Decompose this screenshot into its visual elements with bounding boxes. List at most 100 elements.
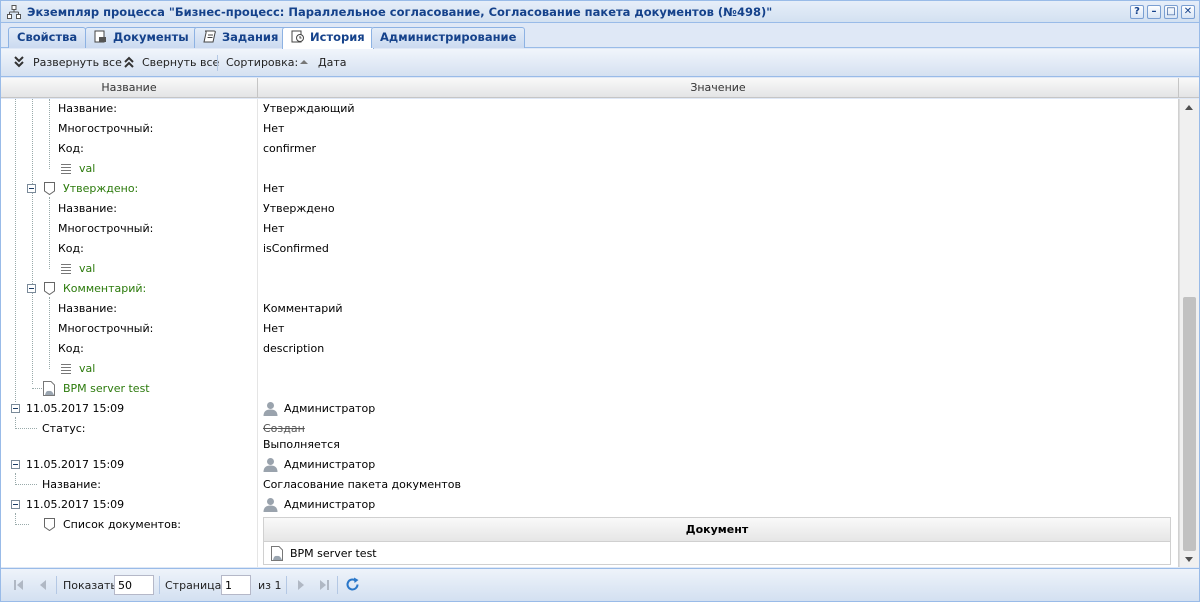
tree-row[interactable]: Код: confirmer bbox=[1, 139, 1178, 159]
collapse-toggle-icon[interactable] bbox=[11, 404, 20, 413]
old-status-value: Создан bbox=[263, 422, 305, 435]
close-button[interactable]: ✕ bbox=[1181, 5, 1195, 19]
tab-history[interactable]: История bbox=[282, 27, 374, 49]
column-header-value[interactable]: Значение bbox=[258, 78, 1179, 98]
tab-label: Документы bbox=[113, 30, 189, 44]
sort-asc-icon bbox=[300, 60, 308, 64]
tree-row[interactable]: BPM server test bbox=[1, 379, 1178, 399]
refresh-icon[interactable] bbox=[345, 577, 360, 592]
new-status-value: Выполняется bbox=[263, 438, 340, 451]
history-icon bbox=[291, 30, 304, 43]
pager-separator bbox=[286, 576, 287, 594]
tree-row[interactable]: Код: isConfirmed bbox=[1, 239, 1178, 259]
tree-row[interactable]: Многострочный: Нет bbox=[1, 119, 1178, 139]
pager-separator bbox=[56, 576, 57, 594]
tree-row[interactable]: 11.05.2017 15:09 Администратор bbox=[1, 455, 1178, 475]
tab-properties[interactable]: Свойства bbox=[8, 27, 87, 48]
property-value: isConfirmed bbox=[263, 242, 329, 255]
tree-row[interactable]: Название: Утверждающий bbox=[1, 99, 1178, 119]
document-name[interactable]: BPM server test bbox=[290, 547, 377, 560]
tree-row[interactable]: Утверждено: Нет bbox=[1, 179, 1178, 199]
tab-label: История bbox=[310, 30, 365, 44]
property-value: Нет bbox=[263, 322, 285, 335]
tree-row[interactable]: Многострочный: Нет bbox=[1, 319, 1178, 339]
pager-separator bbox=[337, 576, 338, 594]
tree-row[interactable]: Название: Согласование пакета документов bbox=[1, 475, 1178, 495]
history-tree-grid: Название: Утверждающий Многострочный: Не… bbox=[1, 99, 1179, 567]
paging-toolbar: Показать Страница из 1 bbox=[1, 568, 1199, 601]
shield-icon bbox=[44, 182, 55, 195]
tree-row[interactable]: val bbox=[1, 159, 1178, 179]
tab-documents[interactable]: Документы bbox=[85, 27, 198, 48]
scroll-up-arrow-icon[interactable] bbox=[1185, 105, 1193, 110]
document-link[interactable]: BPM server test bbox=[63, 382, 150, 395]
expand-all-button[interactable]: Развернуть все bbox=[33, 56, 122, 69]
first-page-icon[interactable] bbox=[13, 579, 25, 591]
pager-separator bbox=[159, 576, 160, 594]
minimize-button[interactable]: – bbox=[1147, 5, 1161, 19]
next-page-icon[interactable] bbox=[295, 579, 307, 591]
history-toolbar: Развернуть все Свернуть все Сортировка: … bbox=[1, 49, 1199, 77]
property-name: Код: bbox=[58, 342, 84, 355]
tree-row[interactable]: Название: Комментарий bbox=[1, 299, 1178, 319]
property-value: Нет bbox=[263, 222, 285, 235]
maximize-button[interactable]: □ bbox=[1164, 5, 1178, 19]
collapse-all-button[interactable]: Свернуть все bbox=[142, 56, 219, 69]
page-count-label: из 1 bbox=[258, 579, 282, 592]
process-icon bbox=[7, 5, 21, 19]
property-name: Статус: bbox=[42, 422, 86, 435]
process-instance-window: Экземпляр процесса "Бизнес-процесс: Пара… bbox=[0, 0, 1200, 602]
tree-row[interactable]: val bbox=[1, 259, 1178, 279]
tab-tasks[interactable]: Задания bbox=[194, 27, 288, 48]
history-user: Администратор bbox=[284, 498, 376, 511]
tree-row[interactable]: 11.05.2017 15:09 Администратор bbox=[1, 399, 1178, 419]
column-header-name[interactable]: Название bbox=[1, 78, 258, 98]
last-page-icon[interactable] bbox=[318, 579, 330, 591]
collapse-toggle-icon[interactable] bbox=[27, 184, 36, 193]
property-name: Список документов: bbox=[63, 518, 182, 531]
tree-row[interactable]: 11.05.2017 15:09 Администратор bbox=[1, 495, 1178, 515]
history-date: 11.05.2017 15:09 bbox=[26, 458, 125, 471]
history-date: 11.05.2017 15:09 bbox=[26, 498, 125, 511]
collapse-toggle-icon[interactable] bbox=[27, 284, 36, 293]
property-value: Нет bbox=[263, 122, 285, 135]
collapse-all-icon bbox=[124, 56, 134, 68]
property-name: Многострочный: bbox=[58, 222, 154, 235]
subtable-header-document[interactable]: Документ bbox=[264, 518, 1170, 542]
shield-icon bbox=[44, 282, 55, 295]
property-name: Название: bbox=[58, 102, 117, 115]
collapse-toggle-icon[interactable] bbox=[11, 500, 20, 509]
page-size-input[interactable] bbox=[114, 575, 154, 595]
property-name: Код: bbox=[58, 142, 84, 155]
sort-label: Сортировка: bbox=[226, 56, 299, 69]
history-user: Администратор bbox=[284, 458, 376, 471]
tree-row[interactable]: Многострочный: Нет bbox=[1, 219, 1178, 239]
window-titlebar[interactable]: Экземпляр процесса "Бизнес-процесс: Пара… bbox=[1, 1, 1199, 23]
tree-row[interactable]: Комментарий: bbox=[1, 279, 1178, 299]
collapse-toggle-icon[interactable] bbox=[11, 460, 20, 469]
tasks-icon bbox=[203, 30, 216, 43]
scroll-down-arrow-icon[interactable] bbox=[1185, 557, 1193, 562]
page-number-input[interactable] bbox=[221, 575, 251, 595]
help-button[interactable]: ? bbox=[1130, 5, 1144, 19]
property-value: Комментарий bbox=[263, 302, 343, 315]
documents-subtable: Документ BPM server test bbox=[263, 517, 1171, 565]
property-value: Утверждающий bbox=[263, 102, 355, 115]
tree-row[interactable]: Название: Утверждено bbox=[1, 199, 1178, 219]
prev-page-icon[interactable] bbox=[37, 579, 49, 591]
tab-administration[interactable]: Администрирование bbox=[371, 27, 526, 48]
user-icon bbox=[263, 402, 278, 416]
tree-row[interactable]: Статус: Создан Выполняется bbox=[1, 419, 1178, 455]
tab-label: Администрирование bbox=[380, 30, 517, 44]
sort-date-button[interactable]: Дата bbox=[318, 56, 346, 69]
tab-label: Задания bbox=[222, 30, 279, 44]
tree-row[interactable]: val bbox=[1, 359, 1178, 379]
grid-header: Название Значение bbox=[1, 78, 1199, 98]
documents-icon bbox=[94, 30, 106, 43]
scrollbar-thumb[interactable] bbox=[1183, 297, 1196, 551]
tree-row[interactable]: Код: description bbox=[1, 339, 1178, 359]
window-title: Экземпляр процесса "Бизнес-процесс: Пара… bbox=[27, 5, 773, 19]
vertical-scrollbar[interactable] bbox=[1179, 99, 1199, 567]
page-label: Страница bbox=[165, 579, 222, 592]
subtable-row[interactable]: BPM server test bbox=[264, 542, 1170, 564]
